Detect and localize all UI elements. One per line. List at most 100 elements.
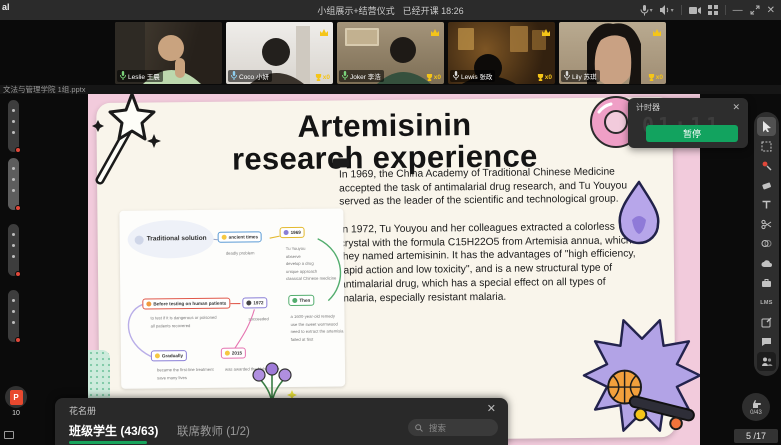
roster-search-box[interactable] — [408, 419, 498, 436]
trophy-icon — [315, 74, 322, 81]
timer-close-icon[interactable]: ✕ — [732, 102, 740, 113]
meeting-status: 已经开课 18:26 — [403, 4, 464, 17]
slide-paragraph-2: In 1972, Tu Youyou and her colleagues ex… — [340, 220, 645, 305]
mic-on-icon — [231, 71, 237, 80]
speaker-icon — [660, 5, 670, 15]
restore-window-icon[interactable] — [4, 431, 14, 439]
window-controls: ▾ ▾ — ✕ — [640, 0, 775, 20]
chat-bubble-icon — [761, 337, 772, 347]
mindmap-node-gradually: Gradually — [151, 350, 187, 361]
raise-hand-count: 0/43 — [750, 410, 762, 416]
toolbox-button[interactable] — [757, 274, 776, 293]
participant-video-5[interactable]: Lily 苏琪 x0 — [559, 22, 666, 84]
eraser-tool-button[interactable] — [757, 176, 776, 195]
mindmap-panel: Traditional solution ancient times deadl… — [119, 208, 345, 388]
crown-icon — [430, 24, 440, 42]
participant-video-1[interactable]: Leslie 王晨 — [115, 22, 222, 84]
mic-settings-button[interactable]: ▾ — [640, 5, 653, 16]
people-icon — [761, 357, 773, 366]
mindmap-sub: a 1600-year-old remedy use the sweet wor… — [290, 312, 343, 343]
node-label: Gradually — [162, 353, 183, 358]
node-label: ancient times — [229, 234, 258, 239]
chat-button[interactable] — [757, 332, 776, 351]
camera-button[interactable] — [689, 6, 701, 15]
participant-name-badge: Leslie 王晨 — [117, 70, 163, 82]
mic-on-icon — [564, 71, 570, 80]
scissors-icon — [761, 219, 772, 230]
trophy-score: x0 — [426, 74, 441, 81]
layout-grid-button[interactable] — [708, 5, 718, 15]
participant-video-4[interactable]: Lewis 张政 x0 — [448, 22, 555, 84]
cursor-tool-button[interactable] — [757, 117, 776, 136]
trophy-count: x0 — [545, 74, 552, 81]
node-label: 1972 — [253, 300, 263, 305]
decor-black-bar — [333, 158, 349, 167]
doctor-figure-icon — [135, 235, 144, 244]
text-icon — [761, 199, 772, 210]
scissors-tool-button[interactable] — [757, 215, 776, 234]
whiteboard-edit-button[interactable] — [757, 313, 776, 332]
smiley-icon — [222, 235, 227, 240]
participant-name: Lily 苏琪 — [572, 71, 597, 81]
briefcase-icon — [761, 278, 772, 288]
trophy-icon — [537, 74, 544, 81]
participant-name: Lewis 张政 — [461, 71, 492, 81]
trophy-icon — [648, 74, 655, 81]
close-button[interactable]: ✕ — [767, 5, 775, 16]
tab-co-teachers[interactable]: 联席教师 (1/2) — [177, 423, 250, 439]
trophy-count: x0 — [323, 74, 330, 81]
raise-hand-icon — [751, 398, 762, 409]
participant-name-badge: Coco 小妍 — [228, 70, 272, 82]
open-file-tab[interactable]: 文法与管理学院 1组.pptx — [0, 85, 781, 94]
ppt-document-button[interactable]: P — [5, 386, 27, 408]
chevron-down-icon: ▾ — [650, 7, 653, 14]
marquee-select-button[interactable] — [757, 137, 776, 156]
shape-icon — [761, 238, 772, 249]
left-sidebar: P 10 — [0, 94, 27, 445]
meeting-title: 小组展示+结营仪式 — [317, 4, 394, 17]
participants-button[interactable] — [757, 352, 776, 371]
timer-pause-button[interactable]: 暂停 — [646, 125, 738, 142]
shape-tool-button[interactable] — [757, 234, 776, 253]
mindmap-node-before-testing: Before testing on human patients — [142, 298, 230, 310]
roster-title: 花名册 — [69, 404, 96, 417]
speaker-settings-button[interactable]: ▾ — [660, 5, 674, 15]
text-tool-button[interactable] — [757, 195, 776, 214]
thumbs-up-icon — [155, 353, 160, 358]
vertical-tab-4[interactable] — [8, 290, 19, 342]
mindmap-sub: succeeded — [248, 315, 268, 323]
plant-icon — [292, 298, 297, 303]
hand-icon — [146, 301, 151, 306]
person-icon — [284, 230, 289, 235]
minimize-button[interactable]: — — [733, 5, 743, 16]
expand-icon — [750, 5, 760, 15]
search-icon — [415, 424, 423, 432]
vertical-tab-1[interactable] — [8, 100, 19, 152]
fullscreen-button[interactable] — [750, 5, 760, 15]
mindmap-root-label: Traditional solution — [147, 235, 207, 243]
cloud-icon — [761, 259, 773, 268]
laser-icon — [761, 160, 772, 171]
node-label: Then — [299, 298, 310, 303]
participant-video-3[interactable]: Joker 李浩 x0 — [337, 22, 444, 84]
vertical-tab-3[interactable] — [8, 224, 19, 276]
roster-close-icon[interactable]: ✕ — [487, 402, 496, 415]
laser-pointer-button[interactable] — [757, 156, 776, 175]
notification-badge — [15, 337, 21, 343]
camera-icon — [689, 6, 701, 15]
participant-video-2[interactable]: Coco 小妍 x0 — [226, 22, 333, 84]
roster-search-input[interactable] — [427, 422, 487, 434]
notification-badge — [15, 205, 21, 211]
notification-badge — [15, 271, 21, 277]
trophy-count: x0 — [434, 74, 441, 81]
lms-button[interactable]: LMS — [757, 293, 776, 312]
notification-badge — [15, 147, 21, 153]
participant-name: Leslie 王晨 — [128, 71, 160, 81]
mindmap-node-2015: 2015 — [221, 347, 246, 358]
cloud-save-button[interactable] — [757, 254, 776, 273]
raise-hand-stats-button[interactable]: 0/43 — [742, 393, 770, 421]
vertical-tab-2[interactable] — [8, 158, 19, 210]
tab-class-students[interactable]: 班级学生 (43/63) — [69, 422, 158, 439]
trophy-icon — [426, 74, 433, 81]
crown-icon — [319, 24, 329, 42]
